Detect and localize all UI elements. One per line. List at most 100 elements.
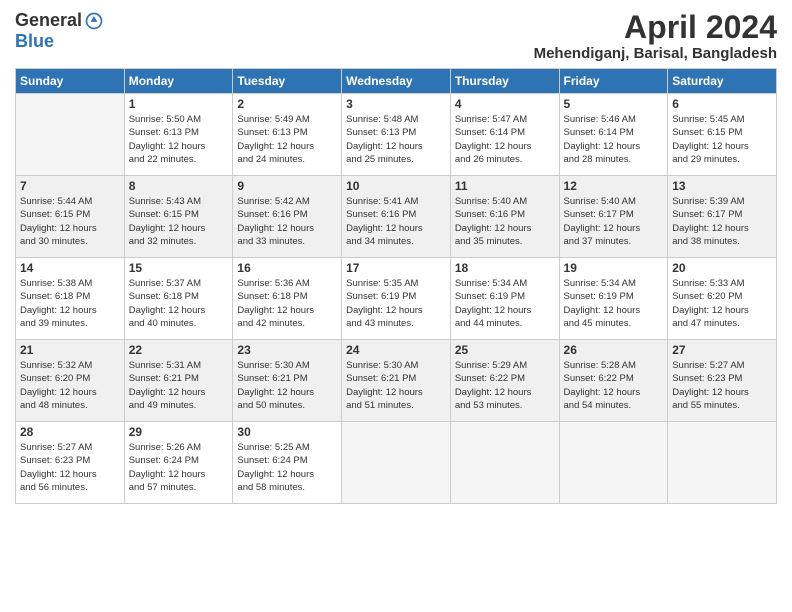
table-row: 12Sunrise: 5:40 AM Sunset: 6:17 PM Dayli… bbox=[559, 176, 668, 258]
day-number: 7 bbox=[20, 179, 120, 193]
header-sunday: Sunday bbox=[16, 69, 125, 94]
day-number: 18 bbox=[455, 261, 555, 275]
table-row bbox=[559, 422, 668, 504]
logo-icon bbox=[84, 11, 104, 31]
day-info: Sunrise: 5:30 AM Sunset: 6:21 PM Dayligh… bbox=[346, 359, 446, 412]
day-info: Sunrise: 5:26 AM Sunset: 6:24 PM Dayligh… bbox=[129, 441, 229, 494]
header-saturday: Saturday bbox=[668, 69, 777, 94]
day-info: Sunrise: 5:37 AM Sunset: 6:18 PM Dayligh… bbox=[129, 277, 229, 330]
day-number: 8 bbox=[129, 179, 229, 193]
table-row: 8 Sunrise: 5:43 AM Sunset: 6:15 PM Daylig… bbox=[124, 176, 233, 258]
day-info: Sunrise: 5:36 AM Sunset: 6:18 PM Dayligh… bbox=[237, 277, 337, 330]
table-row bbox=[16, 94, 125, 176]
table-row: 22Sunrise: 5:31 AM Sunset: 6:21 PM Dayli… bbox=[124, 340, 233, 422]
day-number: 11 bbox=[455, 179, 555, 193]
day-info: Sunrise: 5:34 AM Sunset: 6:19 PM Dayligh… bbox=[455, 277, 555, 330]
day-info: Sunrise: 5:33 AM Sunset: 6:20 PM Dayligh… bbox=[672, 277, 772, 330]
table-row: 3 Sunrise: 5:48 AM Sunset: 6:13 PM Daylig… bbox=[342, 94, 451, 176]
table-row bbox=[450, 422, 559, 504]
table-row: 9Sunrise: 5:42 AM Sunset: 6:16 PM Daylig… bbox=[233, 176, 342, 258]
day-info: Sunrise: 5:47 AM Sunset: 6:14 PM Dayligh… bbox=[455, 113, 555, 166]
day-number: 5 bbox=[564, 97, 664, 111]
day-number: 21 bbox=[20, 343, 120, 357]
table-row: 23Sunrise: 5:30 AM Sunset: 6:21 PM Dayli… bbox=[233, 340, 342, 422]
table-row: 29 Sunrise: 5:26 AM Sunset: 6:24 PM Dayli… bbox=[124, 422, 233, 504]
table-row: 15 Sunrise: 5:37 AM Sunset: 6:18 PM Dayli… bbox=[124, 258, 233, 340]
day-info: Sunrise: 5:44 AM Sunset: 6:15 PM Dayligh… bbox=[20, 195, 120, 248]
day-number: 10 bbox=[346, 179, 446, 193]
day-number: 15 bbox=[129, 261, 229, 275]
header-friday: Friday bbox=[559, 69, 668, 94]
calendar-week-row: 21 Sunrise: 5:32 AM Sunset: 6:20 PM Dayli… bbox=[16, 340, 777, 422]
table-row: 4Sunrise: 5:47 AM Sunset: 6:14 PM Daylig… bbox=[450, 94, 559, 176]
day-number: 9 bbox=[237, 179, 337, 193]
calendar-table: Sunday Monday Tuesday Wednesday Thursday… bbox=[15, 68, 777, 504]
day-number: 23 bbox=[237, 343, 337, 357]
day-info: Sunrise: 5:46 AM Sunset: 6:14 PM Dayligh… bbox=[564, 113, 664, 166]
header-thursday: Thursday bbox=[450, 69, 559, 94]
table-row: 19 Sunrise: 5:34 AM Sunset: 6:19 PM Dayli… bbox=[559, 258, 668, 340]
day-info: Sunrise: 5:29 AM Sunset: 6:22 PM Dayligh… bbox=[455, 359, 555, 412]
day-info: Sunrise: 5:48 AM Sunset: 6:13 PM Dayligh… bbox=[346, 113, 446, 166]
calendar-week-row: 1Sunrise: 5:50 AM Sunset: 6:13 PM Daylig… bbox=[16, 94, 777, 176]
table-row: 5 Sunrise: 5:46 AM Sunset: 6:14 PM Daylig… bbox=[559, 94, 668, 176]
day-number: 13 bbox=[672, 179, 772, 193]
day-info: Sunrise: 5:32 AM Sunset: 6:20 PM Dayligh… bbox=[20, 359, 120, 412]
day-info: Sunrise: 5:43 AM Sunset: 6:15 PM Dayligh… bbox=[129, 195, 229, 248]
day-info: Sunrise: 5:28 AM Sunset: 6:22 PM Dayligh… bbox=[564, 359, 664, 412]
calendar-week-row: 7 Sunrise: 5:44 AM Sunset: 6:15 PM Daylig… bbox=[16, 176, 777, 258]
day-info: Sunrise: 5:27 AM Sunset: 6:23 PM Dayligh… bbox=[20, 441, 120, 494]
day-number: 16 bbox=[237, 261, 337, 275]
day-info: Sunrise: 5:50 AM Sunset: 6:13 PM Dayligh… bbox=[129, 113, 229, 166]
table-row: 13Sunrise: 5:39 AM Sunset: 6:17 PM Dayli… bbox=[668, 176, 777, 258]
day-info: Sunrise: 5:27 AM Sunset: 6:23 PM Dayligh… bbox=[672, 359, 772, 412]
day-number: 24 bbox=[346, 343, 446, 357]
day-number: 20 bbox=[672, 261, 772, 275]
table-row: 17Sunrise: 5:35 AM Sunset: 6:19 PM Dayli… bbox=[342, 258, 451, 340]
day-info: Sunrise: 5:38 AM Sunset: 6:18 PM Dayligh… bbox=[20, 277, 120, 330]
table-row: 14 Sunrise: 5:38 AM Sunset: 6:18 PM Dayli… bbox=[16, 258, 125, 340]
table-row: 24 Sunrise: 5:30 AM Sunset: 6:21 PM Dayli… bbox=[342, 340, 451, 422]
day-info: Sunrise: 5:45 AM Sunset: 6:15 PM Dayligh… bbox=[672, 113, 772, 166]
table-row: 2 Sunrise: 5:49 AM Sunset: 6:13 PM Daylig… bbox=[233, 94, 342, 176]
location-title: Mehendiganj, Barisal, Bangladesh bbox=[534, 45, 777, 62]
day-info: Sunrise: 5:25 AM Sunset: 6:24 PM Dayligh… bbox=[237, 441, 337, 494]
day-number: 22 bbox=[129, 343, 229, 357]
header-wednesday: Wednesday bbox=[342, 69, 451, 94]
calendar-week-row: 14 Sunrise: 5:38 AM Sunset: 6:18 PM Dayli… bbox=[16, 258, 777, 340]
table-row: 10 Sunrise: 5:41 AM Sunset: 6:16 PM Dayli… bbox=[342, 176, 451, 258]
month-title: April 2024 bbox=[534, 10, 777, 45]
logo: General Blue bbox=[15, 10, 104, 52]
table-row: 20 Sunrise: 5:33 AM Sunset: 6:20 PM Dayli… bbox=[668, 258, 777, 340]
table-row: 28 Sunrise: 5:27 AM Sunset: 6:23 PM Dayli… bbox=[16, 422, 125, 504]
calendar-week-row: 28 Sunrise: 5:27 AM Sunset: 6:23 PM Dayli… bbox=[16, 422, 777, 504]
day-number: 27 bbox=[672, 343, 772, 357]
table-row: 27 Sunrise: 5:27 AM Sunset: 6:23 PM Dayli… bbox=[668, 340, 777, 422]
day-number: 19 bbox=[564, 261, 664, 275]
logo-general: General bbox=[15, 10, 82, 31]
page: General Blue April 2024 Mehendiganj, Bar… bbox=[0, 0, 792, 612]
table-row bbox=[342, 422, 451, 504]
day-info: Sunrise: 5:40 AM Sunset: 6:16 PM Dayligh… bbox=[455, 195, 555, 248]
table-row: 18 Sunrise: 5:34 AM Sunset: 6:19 PM Dayli… bbox=[450, 258, 559, 340]
table-row: 6Sunrise: 5:45 AM Sunset: 6:15 PM Daylig… bbox=[668, 94, 777, 176]
day-info: Sunrise: 5:34 AM Sunset: 6:19 PM Dayligh… bbox=[564, 277, 664, 330]
day-info: Sunrise: 5:40 AM Sunset: 6:17 PM Dayligh… bbox=[564, 195, 664, 248]
table-row: 26Sunrise: 5:28 AM Sunset: 6:22 PM Dayli… bbox=[559, 340, 668, 422]
day-info: Sunrise: 5:41 AM Sunset: 6:16 PM Dayligh… bbox=[346, 195, 446, 248]
logo-blue: Blue bbox=[15, 31, 104, 52]
day-number: 28 bbox=[20, 425, 120, 439]
table-row: 16 Sunrise: 5:36 AM Sunset: 6:18 PM Dayli… bbox=[233, 258, 342, 340]
table-row bbox=[668, 422, 777, 504]
table-row: 21 Sunrise: 5:32 AM Sunset: 6:20 PM Dayli… bbox=[16, 340, 125, 422]
day-number: 2 bbox=[237, 97, 337, 111]
calendar-header-row: Sunday Monday Tuesday Wednesday Thursday… bbox=[16, 69, 777, 94]
day-number: 14 bbox=[20, 261, 120, 275]
table-row: 30Sunrise: 5:25 AM Sunset: 6:24 PM Dayli… bbox=[233, 422, 342, 504]
day-info: Sunrise: 5:35 AM Sunset: 6:19 PM Dayligh… bbox=[346, 277, 446, 330]
day-number: 25 bbox=[455, 343, 555, 357]
header-tuesday: Tuesday bbox=[233, 69, 342, 94]
day-info: Sunrise: 5:49 AM Sunset: 6:13 PM Dayligh… bbox=[237, 113, 337, 166]
day-number: 29 bbox=[129, 425, 229, 439]
day-number: 3 bbox=[346, 97, 446, 111]
